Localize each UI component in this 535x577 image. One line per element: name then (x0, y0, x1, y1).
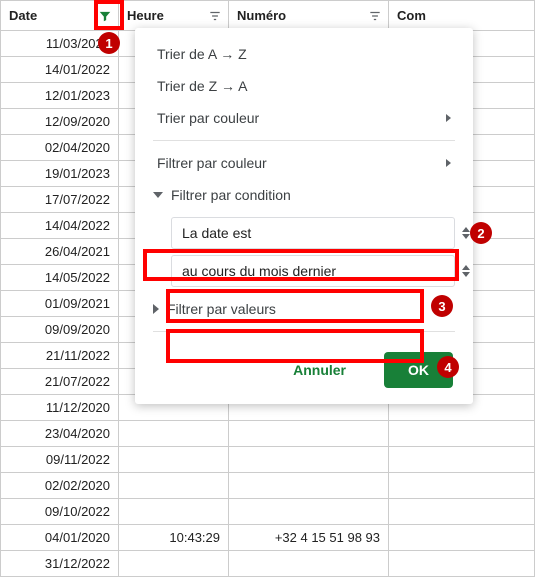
column-header-numero[interactable]: Numéro (229, 1, 389, 31)
table-row[interactable]: 04/01/202010:43:29+32 4 15 51 98 93 (1, 525, 535, 551)
filter-by-condition-toggle[interactable]: Filtrer par condition (135, 179, 473, 211)
cell[interactable] (229, 473, 389, 499)
cell[interactable]: 02/04/2020 (1, 135, 119, 161)
cell[interactable] (119, 447, 229, 473)
filter-icon[interactable] (96, 7, 114, 25)
cell[interactable]: 09/09/2020 (1, 317, 119, 343)
table-row[interactable]: 31/12/2022 (1, 551, 535, 577)
table-row[interactable]: 02/02/2020 (1, 473, 535, 499)
spinner-icon[interactable] (462, 218, 470, 248)
cell[interactable]: 31/12/2022 (1, 551, 119, 577)
cell[interactable] (229, 447, 389, 473)
cell[interactable]: 21/11/2022 (1, 343, 119, 369)
cell[interactable] (389, 473, 535, 499)
header-label: Date (9, 8, 37, 23)
cell[interactable]: 12/01/2023 (1, 83, 119, 109)
cell[interactable] (229, 499, 389, 525)
filter-icon[interactable] (206, 7, 224, 25)
column-header-date[interactable]: Date (1, 1, 119, 31)
sort-za[interactable]: Trier de Z → A (135, 70, 473, 102)
cell[interactable]: 21/07/2022 (1, 369, 119, 395)
cell[interactable] (389, 551, 535, 577)
chevron-down-icon (153, 192, 163, 198)
column-header-com[interactable]: Com (389, 1, 535, 31)
cell[interactable]: 12/09/2020 (1, 109, 119, 135)
cell[interactable] (229, 551, 389, 577)
filter-by-values-toggle[interactable]: Filtrer par valeurs (135, 293, 473, 325)
condition-type-select[interactable]: La date est (171, 217, 455, 249)
cell[interactable] (119, 473, 229, 499)
chevron-right-icon (446, 159, 451, 167)
cancel-button[interactable]: Annuler (269, 352, 370, 388)
cell[interactable] (389, 499, 535, 525)
cell[interactable]: +32 4 15 51 98 93 (229, 525, 389, 551)
cell[interactable]: 11/12/2020 (1, 395, 119, 421)
header-label: Com (397, 8, 426, 23)
cell[interactable] (389, 447, 535, 473)
table-row[interactable]: 09/10/2022 (1, 499, 535, 525)
cell[interactable] (119, 551, 229, 577)
table-row[interactable]: 23/04/2020 (1, 421, 535, 447)
cell[interactable]: 14/05/2022 (1, 265, 119, 291)
header-label: Heure (127, 8, 164, 23)
spinner-icon[interactable] (462, 256, 470, 286)
filter-icon[interactable] (366, 7, 384, 25)
sort-by-color[interactable]: Trier par couleur (135, 102, 473, 134)
cell[interactable]: 17/07/2022 (1, 187, 119, 213)
cell[interactable]: 04/01/2020 (1, 525, 119, 551)
cell[interactable]: 14/04/2022 (1, 213, 119, 239)
filter-by-color[interactable]: Filtrer par couleur (135, 147, 473, 179)
table-row[interactable]: 09/11/2022 (1, 447, 535, 473)
callout-2: 2 (470, 222, 492, 244)
cell[interactable]: 10:43:29 (119, 525, 229, 551)
condition-value-select[interactable]: au cours du mois dernier (171, 255, 455, 287)
cell[interactable]: 19/01/2023 (1, 161, 119, 187)
cell[interactable]: 14/01/2022 (1, 57, 119, 83)
cell[interactable] (389, 421, 535, 447)
column-header-heure[interactable]: Heure (119, 1, 229, 31)
cell[interactable]: 09/10/2022 (1, 499, 119, 525)
cell[interactable] (389, 525, 535, 551)
cell[interactable]: 02/02/2020 (1, 473, 119, 499)
menu-divider (153, 140, 455, 141)
cell[interactable] (119, 421, 229, 447)
sort-az[interactable]: Trier de A → Z (135, 38, 473, 70)
cell[interactable] (229, 421, 389, 447)
cell[interactable] (119, 499, 229, 525)
menu-divider (153, 331, 455, 332)
cell[interactable]: 26/04/2021 (1, 239, 119, 265)
header-label: Numéro (237, 8, 286, 23)
cell[interactable]: 23/04/2020 (1, 421, 119, 447)
chevron-right-icon (446, 114, 451, 122)
cell[interactable]: 09/11/2022 (1, 447, 119, 473)
callout-3: 3 (431, 295, 453, 317)
cell[interactable]: 01/09/2021 (1, 291, 119, 317)
chevron-right-icon (153, 304, 159, 314)
callout-4: 4 (437, 356, 459, 378)
callout-1: 1 (98, 32, 120, 54)
filter-menu: Trier de A → Z Trier de Z → A Trier par … (135, 28, 473, 404)
